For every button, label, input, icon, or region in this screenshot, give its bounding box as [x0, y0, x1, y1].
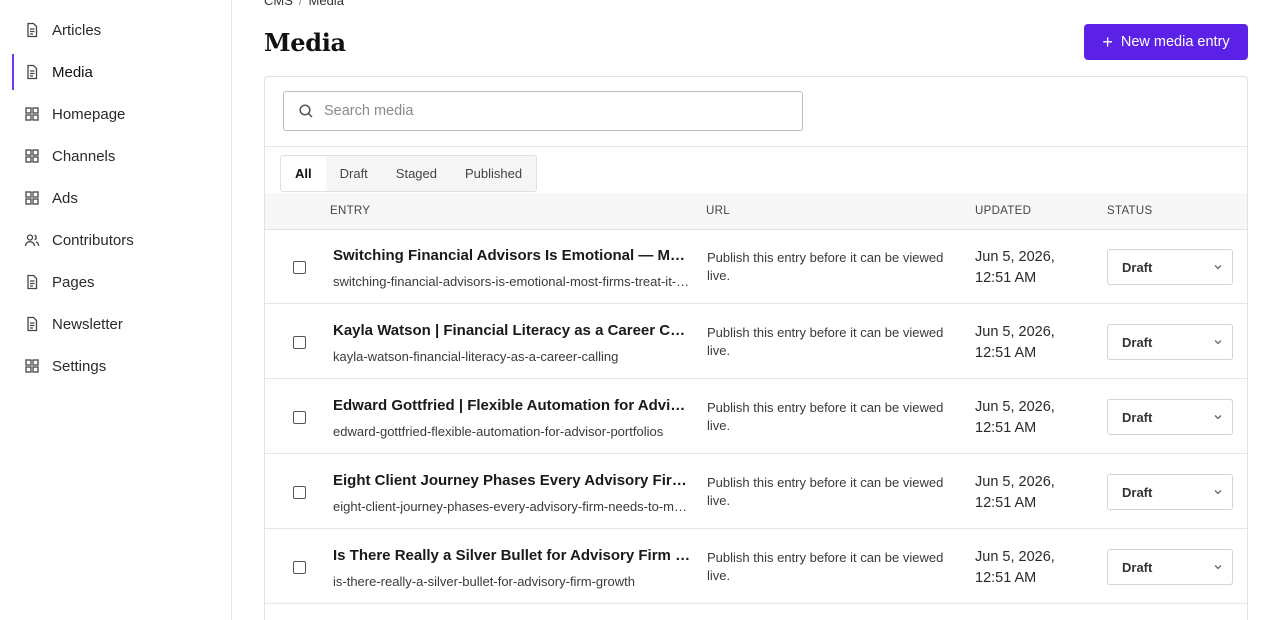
sidebar-item-label: Media	[52, 63, 93, 81]
sidebar-item-label: Pages	[52, 273, 95, 291]
entry-slug: eight-client-journey-phases-every-adviso…	[333, 499, 691, 514]
row-checkbox[interactable]	[293, 561, 306, 574]
new-media-entry-button[interactable]: + New media entry	[1084, 24, 1248, 60]
breadcrumb-root[interactable]: CMS	[264, 0, 293, 8]
table-row[interactable]: Is There Really a Silver Bullet for Advi…	[265, 529, 1247, 604]
status-select[interactable]: Draft	[1107, 324, 1233, 360]
sidebar-item-contributors[interactable]: Contributors	[12, 222, 220, 258]
sidebar-item-label: Homepage	[52, 105, 126, 123]
chevron-down-icon	[1212, 261, 1224, 273]
entry-title[interactable]: Eight Client Journey Phases Every Adviso…	[333, 472, 691, 489]
sidebar-item-label: Settings	[52, 357, 107, 375]
entry-updated: Jun 5, 2026, 12:51 AM	[975, 399, 1055, 436]
table-row[interactable]: Switching Financial Advisors Is Emotiona…	[265, 229, 1247, 304]
grid-icon	[24, 358, 40, 374]
breadcrumb: CMS / Media	[264, 0, 344, 8]
status-select[interactable]: Draft	[1107, 474, 1233, 510]
tab-all[interactable]: All	[281, 156, 326, 191]
status-filter-tabs: All Draft Staged Published	[280, 155, 538, 192]
status-select-value: Draft	[1122, 334, 1153, 350]
entry-updated: Jun 5, 2026, 12:51 AM	[975, 549, 1055, 586]
entry-updated: Jun 5, 2026, 12:51 AM	[975, 249, 1055, 286]
table-row[interactable]: Kayla Watson | Financial Literacy as a C…	[265, 304, 1247, 379]
media-panel: All Draft Staged Published ENTRY URL UPD…	[264, 76, 1248, 620]
grid-icon	[24, 106, 40, 122]
row-checkbox[interactable]	[293, 336, 306, 349]
status-select[interactable]: Draft	[1107, 549, 1233, 585]
sidebar-item-label: Contributors	[52, 231, 134, 249]
entry-updated: Jun 5, 2026, 12:51 AM	[975, 474, 1055, 511]
entry-url-note: Publish this entry before it can be view…	[707, 400, 944, 433]
sidebar-item-newsletter[interactable]: Newsletter	[12, 306, 220, 342]
tab-published[interactable]: Published	[451, 156, 536, 191]
grid-icon	[24, 190, 40, 206]
document-icon	[24, 274, 40, 290]
table-row[interactable]: Eight Client Journey Phases Every Adviso…	[265, 454, 1247, 529]
chevron-down-icon	[1212, 561, 1224, 573]
entry-updated: Jun 5, 2026, 12:51 AM	[975, 324, 1055, 361]
column-header-status: STATUS	[1107, 205, 1153, 217]
sidebar-item-label: Newsletter	[52, 315, 123, 333]
users-icon	[24, 232, 40, 248]
entry-slug: is-there-really-a-silver-bullet-for-advi…	[333, 574, 635, 589]
entry-slug: edward-gottfried-flexible-automation-for…	[333, 424, 664, 439]
entry-slug: switching-financial-advisors-is-emotiona…	[333, 274, 691, 289]
sidebar-item-articles[interactable]: Articles	[12, 12, 220, 48]
sidebar-item-settings[interactable]: Settings	[12, 348, 220, 384]
sidebar-item-label: Channels	[52, 147, 116, 165]
table-header: ENTRY URL UPDATED STATUS	[265, 193, 1247, 230]
status-select-value: Draft	[1122, 259, 1153, 275]
page-title: Media	[264, 28, 346, 57]
breadcrumb-separator: /	[298, 0, 303, 8]
entry-title[interactable]: Edward Gottfried | Flexible Automation f…	[333, 397, 691, 414]
grid-icon	[24, 148, 40, 164]
breadcrumb-current: Media	[308, 0, 344, 8]
column-header-updated: UPDATED	[975, 205, 1032, 217]
search-box[interactable]	[283, 91, 803, 131]
sidebar: Articles Media Homepage Channels Ads Con…	[0, 0, 232, 620]
entry-url-note: Publish this entry before it can be view…	[707, 250, 944, 283]
new-media-entry-label: New media entry	[1120, 34, 1230, 50]
sidebar-item-media[interactable]: Media	[12, 54, 220, 90]
status-select-value: Draft	[1122, 484, 1153, 500]
entry-title[interactable]: Kayla Watson | Financial Literacy as a C…	[333, 322, 691, 339]
entry-title[interactable]: Is There Really a Silver Bullet for Advi…	[333, 547, 691, 564]
status-select[interactable]: Draft	[1107, 399, 1233, 435]
sidebar-item-pages[interactable]: Pages	[12, 264, 220, 300]
search-input[interactable]	[324, 103, 784, 119]
document-icon	[24, 64, 40, 80]
sidebar-item-channels[interactable]: Channels	[12, 138, 220, 174]
sidebar-item-label: Articles	[52, 21, 102, 39]
sidebar-item-ads[interactable]: Ads	[12, 180, 220, 216]
sidebar-item-label: Ads	[52, 189, 78, 207]
entry-url-note: Publish this entry before it can be view…	[707, 325, 944, 358]
column-header-entry: ENTRY	[330, 205, 371, 217]
entry-url-note: Publish this entry before it can be view…	[707, 475, 944, 508]
divider	[265, 146, 1247, 147]
chevron-down-icon	[1212, 486, 1224, 498]
sidebar-item-homepage[interactable]: Homepage	[12, 96, 220, 132]
chevron-down-icon	[1212, 411, 1224, 423]
row-checkbox[interactable]	[293, 261, 306, 274]
chevron-down-icon	[1212, 336, 1224, 348]
plus-icon: +	[1102, 32, 1113, 52]
status-select-value: Draft	[1122, 409, 1153, 425]
tab-draft[interactable]: Draft	[326, 156, 382, 191]
status-select[interactable]: Draft	[1107, 249, 1233, 285]
status-select-value: Draft	[1122, 559, 1153, 575]
entry-title[interactable]: Switching Financial Advisors Is Emotiona…	[333, 247, 691, 264]
column-header-url: URL	[706, 205, 730, 217]
entry-slug: kayla-watson-financial-literacy-as-a-car…	[333, 349, 619, 364]
entry-url-note: Publish this entry before it can be view…	[707, 550, 944, 583]
search-icon	[298, 103, 314, 119]
document-icon	[24, 316, 40, 332]
row-checkbox[interactable]	[293, 411, 306, 424]
document-icon	[24, 22, 40, 38]
tab-staged[interactable]: Staged	[382, 156, 451, 191]
table-row[interactable]: Edward Gottfried | Flexible Automation f…	[265, 379, 1247, 454]
row-checkbox[interactable]	[293, 486, 306, 499]
